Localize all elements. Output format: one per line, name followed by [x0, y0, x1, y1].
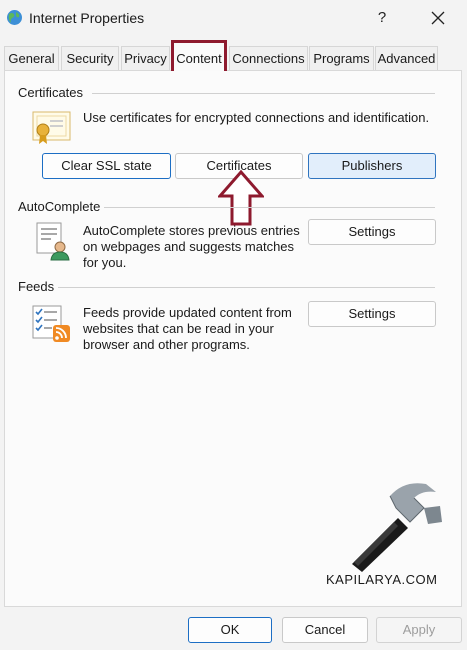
- title-bar: Internet Properties ?: [0, 0, 467, 36]
- autocomplete-settings-button[interactable]: Settings: [308, 219, 436, 245]
- feeds-description: Feeds provide updated content from websi…: [83, 305, 292, 353]
- autocomplete-description: AutoComplete stores previous entries on …: [83, 223, 300, 271]
- cancel-button[interactable]: Cancel: [282, 617, 368, 643]
- feeds-divider: [58, 287, 435, 288]
- close-icon: [431, 11, 445, 25]
- certificates-description: Use certificates for encrypted connectio…: [83, 110, 430, 125]
- feeds-description-line-2: websites that can be read in your: [83, 321, 274, 336]
- tab-programs[interactable]: Programs: [309, 46, 374, 70]
- autocomplete-description-line-1: AutoComplete stores previous entries: [83, 223, 300, 238]
- tab-security[interactable]: Security: [61, 46, 119, 70]
- tab-connections[interactable]: Connections: [229, 46, 308, 70]
- tab-advanced[interactable]: Advanced: [375, 46, 438, 70]
- feeds-icon: [32, 305, 70, 342]
- close-button[interactable]: [418, 2, 458, 34]
- help-button[interactable]: ?: [366, 2, 398, 34]
- kapilarya-watermark: KAPILARYA.COM: [326, 572, 438, 587]
- apply-button[interactable]: Apply: [376, 617, 462, 643]
- feeds-group-label: Feeds: [18, 279, 55, 294]
- autocomplete-group-label: AutoComplete: [18, 199, 101, 214]
- globe-icon: [7, 10, 22, 25]
- feeds-settings-button[interactable]: Settings: [308, 301, 436, 327]
- window-title: Internet Properties: [29, 10, 145, 26]
- autocomplete-description-line-3: for you.: [83, 255, 127, 270]
- autocomplete-description-line-2: on webpages and suggests matches: [83, 239, 295, 254]
- clear-ssl-state-button[interactable]: Clear SSL state: [42, 153, 171, 179]
- autocomplete-icon: [36, 222, 70, 261]
- certificate-icon: [32, 111, 71, 144]
- up-arrow-icon: [218, 170, 264, 226]
- publishers-button[interactable]: Publishers: [308, 153, 436, 179]
- feeds-description-line-1: Feeds provide updated content from: [83, 305, 292, 320]
- tab-privacy[interactable]: Privacy: [121, 46, 170, 70]
- tab-content[interactable]: Content: [171, 40, 227, 71]
- hammer-icon: [352, 483, 442, 572]
- autocomplete-divider: [104, 207, 435, 208]
- certificates-divider: [92, 93, 435, 94]
- feeds-description-line-3: browser and other programs.: [83, 337, 250, 352]
- tab-general[interactable]: General: [4, 46, 59, 70]
- certificates-group-label: Certificates: [18, 85, 84, 100]
- ok-button[interactable]: OK: [188, 617, 272, 643]
